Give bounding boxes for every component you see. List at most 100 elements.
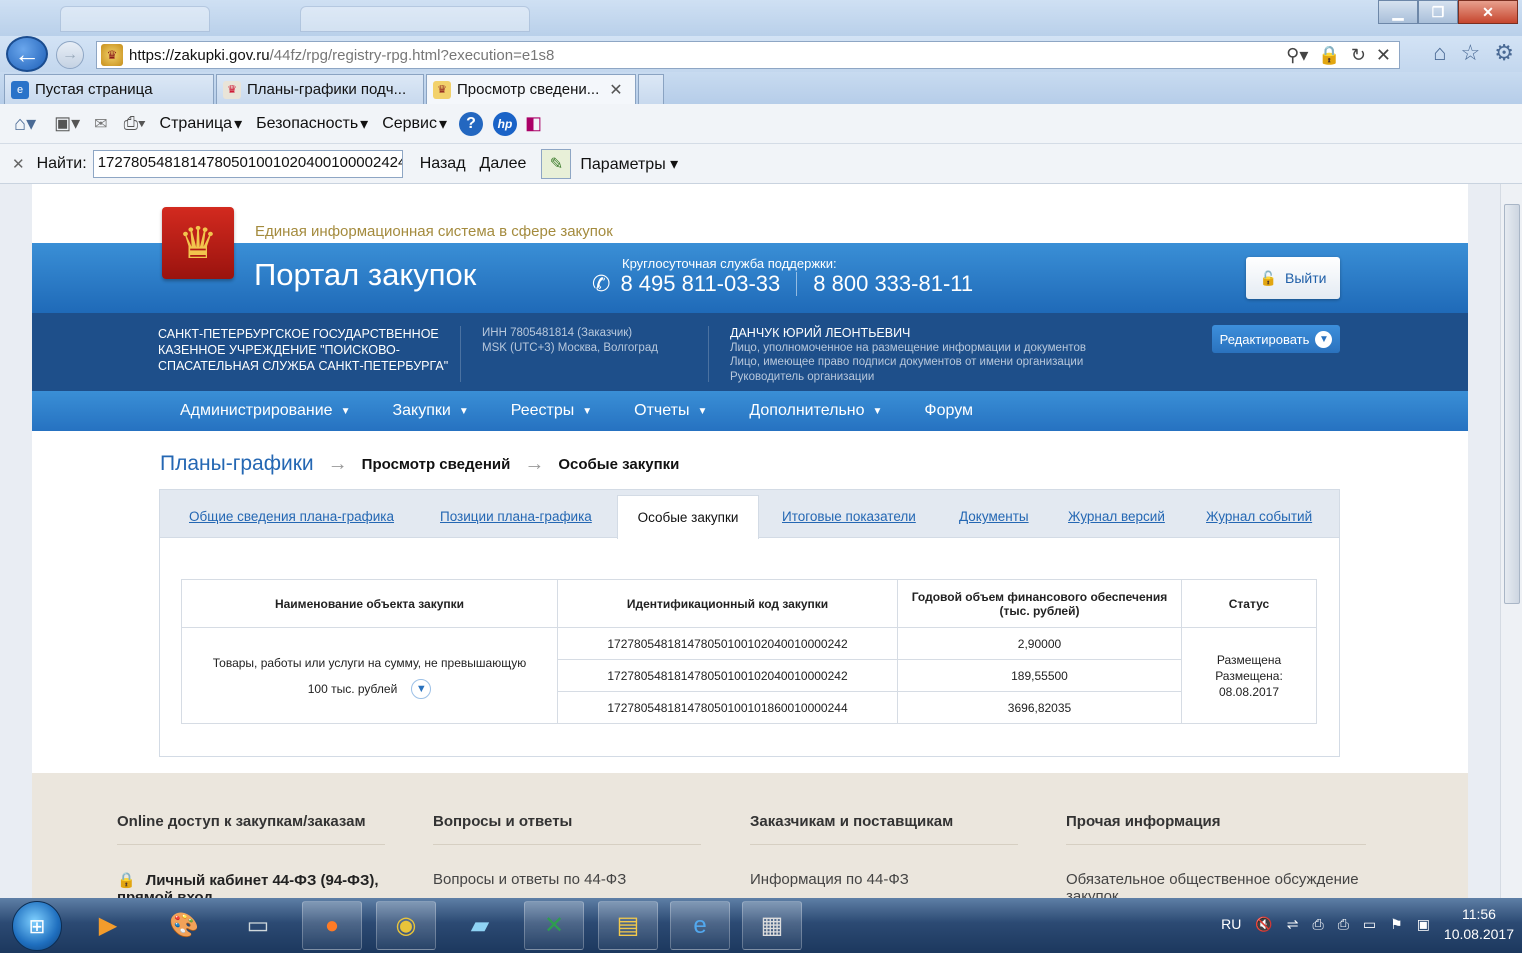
tab-special-purchases[interactable]: Особые закупки xyxy=(617,495,759,539)
firefox-icon[interactable]: ● xyxy=(302,901,362,950)
user-info: ДАНЧУК ЮРИЙ ЛЕОНТЬЕВИЧ Лицо, уполномочен… xyxy=(730,326,1086,384)
back-button[interactable]: ← xyxy=(6,36,48,72)
navigation-bar: ← → ♛ https://zakupki.gov.ru/44fz/rpg/re… xyxy=(0,36,1522,72)
lock-icon[interactable]: 🔒 xyxy=(1318,45,1340,66)
minimize-button[interactable]: ▁ xyxy=(1378,0,1418,24)
calendar-app-icon[interactable]: ▦ xyxy=(742,901,802,950)
forward-button[interactable]: → xyxy=(56,41,84,69)
tab-plans-schedules[interactable]: ♛ Планы-графики подч... xyxy=(216,74,424,104)
vertical-scrollbar[interactable] xyxy=(1500,184,1522,898)
refresh-icon[interactable]: ↻ xyxy=(1351,45,1366,66)
media-player-icon[interactable]: ▶ xyxy=(78,901,138,950)
notes-icon[interactable]: ▰ xyxy=(450,901,510,950)
network-icon[interactable]: ⇌ xyxy=(1287,916,1299,933)
tab-blank-page[interactable]: e Пустая страница xyxy=(4,74,214,104)
print-icon[interactable]: ⎙▾ xyxy=(124,113,146,134)
favorites-star-icon[interactable]: ☆ xyxy=(1461,40,1481,66)
tab-version-log[interactable]: Журнал версий xyxy=(1068,509,1165,524)
monitor-icon[interactable]: ▭ xyxy=(1363,916,1376,933)
close-tab-icon[interactable]: ✕ xyxy=(609,80,622,100)
find-next-button[interactable]: Далее xyxy=(473,155,534,173)
footer-link-info[interactable]: Информация по 44-ФЗ xyxy=(750,871,1018,888)
menu-reports[interactable]: Отчеты ▼ xyxy=(634,402,707,420)
scanner-icon[interactable]: ▭ xyxy=(228,901,288,950)
home-icon[interactable]: ⌂▾ xyxy=(14,111,36,136)
chevron-down-icon: ▼ xyxy=(1315,330,1333,348)
menu-security[interactable]: Безопасность ▾ xyxy=(256,114,368,134)
phone-icon: ✆ xyxy=(592,271,611,296)
language-indicator[interactable]: RU xyxy=(1221,916,1241,932)
eis-title: Единая информационная система в сфере за… xyxy=(255,223,613,240)
site-favicon-icon: ♛ xyxy=(101,44,123,66)
page-viewport: ♛ Единая информационная система в сфере … xyxy=(0,184,1500,898)
menu-registries[interactable]: Реестры ▼ xyxy=(511,402,592,420)
internet-explorer-icon[interactable]: e xyxy=(670,901,730,950)
flag-icon[interactable]: ⚑ xyxy=(1390,916,1403,933)
user-role: Руководитель организации xyxy=(730,370,875,383)
expand-chevron-icon[interactable]: ▼ xyxy=(411,679,432,700)
clock[interactable]: 11:56 10.08.2017 xyxy=(1444,904,1514,944)
scrollbar-thumb[interactable] xyxy=(1504,204,1520,604)
tab-view-details[interactable]: ♛ Просмотр сведени... ✕ xyxy=(426,74,636,104)
new-tab-button[interactable] xyxy=(638,74,664,104)
stop-icon[interactable]: ✕ xyxy=(1376,45,1391,66)
footer-link-discussion[interactable]: Обязательное общественное обсуждение зак… xyxy=(1066,871,1366,898)
find-back-button[interactable]: Назад xyxy=(413,155,473,173)
address-bar[interactable]: ♛ https://zakupki.gov.ru/44fz/rpg/regist… xyxy=(96,41,1400,69)
tab-event-log[interactable]: Журнал событий xyxy=(1206,509,1312,524)
footer-link-faq[interactable]: Вопросы и ответы по 44-ФЗ xyxy=(433,871,701,888)
menu-forum[interactable]: Форум xyxy=(924,402,973,420)
find-input[interactable]: 1727805481814780501001020400100002424 xyxy=(92,149,403,178)
addon-icon[interactable]: ◧ xyxy=(525,113,542,134)
tab-label: Планы-графики подч... xyxy=(247,81,407,98)
portal-title[interactable]: Портал закупок xyxy=(254,257,476,293)
printer-icon[interactable]: ⎙ xyxy=(1312,916,1323,933)
volume-muted-icon[interactable]: 🔇 xyxy=(1255,916,1272,933)
breadcrumb-plans[interactable]: Планы-графики xyxy=(160,452,314,476)
paint-icon[interactable]: 🎨 xyxy=(154,901,214,950)
mail-icon[interactable]: ✉ xyxy=(94,114,107,134)
breadcrumb: Планы-графики → Просмотр сведений → Особ… xyxy=(160,452,679,476)
ghost-tab xyxy=(60,6,210,32)
highlight-icon[interactable]: ✎ xyxy=(541,148,572,179)
breadcrumb-view: Просмотр сведений xyxy=(361,455,511,473)
browser-right-icons: ⌂ ☆ ⚙ xyxy=(1433,40,1514,66)
tab-documents[interactable]: Документы xyxy=(959,509,1029,524)
help-icon[interactable]: ? xyxy=(459,111,484,136)
explorer-folder-icon[interactable]: ▤ xyxy=(598,901,658,950)
menu-page[interactable]: Страница ▾ xyxy=(160,114,243,134)
tab-totals[interactable]: Итоговые показатели xyxy=(782,509,916,524)
tab-general-info[interactable]: Общие сведения плана-графика xyxy=(189,509,394,524)
tray-app-icon[interactable]: ▣ xyxy=(1417,916,1430,933)
menu-administration[interactable]: Администрирование ▼ xyxy=(180,402,350,420)
page-icon: ♛ xyxy=(223,80,241,99)
purchase-code-cell: 172780548181478050100102040010000242 xyxy=(557,627,898,660)
start-button[interactable]: ⊞ xyxy=(12,901,62,951)
edit-button[interactable]: Редактировать ▼ xyxy=(1212,325,1340,353)
coat-of-arms-logo[interactable]: ♛ xyxy=(162,207,234,279)
support-phones: ✆ 8 495 811-03-33 8 800 333-81-11 xyxy=(592,271,973,297)
gear-icon[interactable]: ⚙ xyxy=(1494,40,1514,66)
printer-icon[interactable]: ⎙ xyxy=(1338,916,1349,933)
menu-service[interactable]: Сервис ▾ xyxy=(382,114,447,134)
menu-purchases[interactable]: Закупки ▼ xyxy=(392,402,468,420)
user-name: ДАНЧУК ЮРИЙ ЛЕОНТЬЕВИЧ xyxy=(730,326,911,340)
footer-column-online: Online доступ к закупкам/заказам 🔒 Личный… xyxy=(117,813,385,898)
footer-link-cabinet[interactable]: 🔒 Личный кабинет 44-ФЗ (94-ФЗ), прямой вх… xyxy=(117,871,385,898)
close-find-icon[interactable]: ✕ xyxy=(12,155,25,173)
logout-button[interactable]: 🔓 Выйти xyxy=(1246,257,1340,299)
maximize-button[interactable]: ❐ xyxy=(1418,0,1458,24)
hp-icon[interactable]: hp xyxy=(493,111,518,136)
rss-icon[interactable]: ▣▾ xyxy=(54,113,80,134)
chrome-icon[interactable]: ◉ xyxy=(376,901,436,950)
find-options-button[interactable]: Параметры ▾ xyxy=(573,154,685,174)
main-menu: Администрирование ▼ Закупки ▼ Реестры ▼ Отч… xyxy=(32,391,1468,431)
browser-tabs: e Пустая страница ♛ Планы-графики подч..… xyxy=(0,72,1522,104)
search-icon[interactable]: ⚲▾ xyxy=(1286,45,1308,66)
home-icon[interactable]: ⌂ xyxy=(1433,40,1446,66)
close-window-button[interactable]: ✕ xyxy=(1458,0,1518,24)
phone-number-2: 8 800 333-81-11 xyxy=(813,271,974,296)
tab-positions[interactable]: Позиции плана-графика xyxy=(440,509,592,524)
menu-additional[interactable]: Дополнительно ▼ xyxy=(749,402,882,420)
excel-icon[interactable]: ✕ xyxy=(524,901,584,950)
